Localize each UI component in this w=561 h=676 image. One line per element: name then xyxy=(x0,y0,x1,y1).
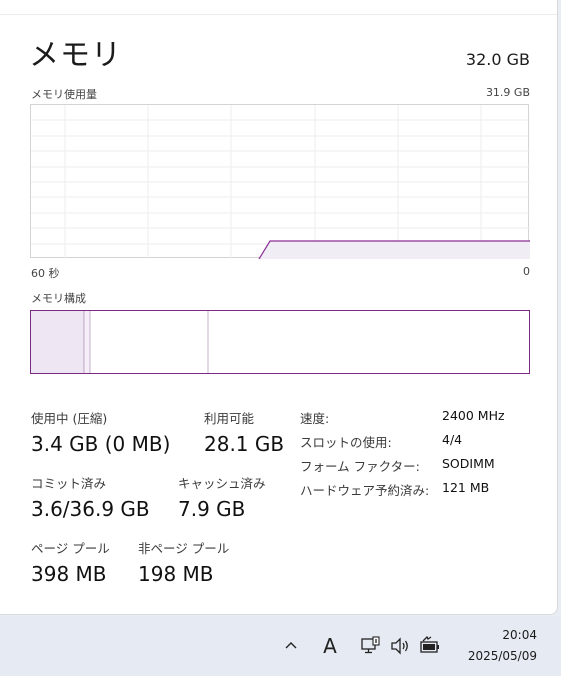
cached-label: キャッシュ済み xyxy=(178,476,266,491)
nonpaged-pool-label: 非ページ プール xyxy=(138,541,230,556)
speed-label: 速度: xyxy=(300,411,330,426)
taskbar: A 20:04 2025/05/09 xyxy=(0,616,561,676)
available-value: 28.1 GB xyxy=(204,432,285,456)
graph-time-right: 0 xyxy=(523,265,530,278)
cached-value: 7.9 GB xyxy=(178,497,246,521)
memory-composition-bar xyxy=(30,310,530,374)
chevron-up-icon[interactable] xyxy=(279,634,303,658)
available-label: 利用可能 xyxy=(204,411,255,426)
clock-time[interactable]: 20:04 xyxy=(502,628,537,642)
page-title: メモリ xyxy=(29,38,122,73)
in-use-segment xyxy=(31,311,84,373)
committed-label: コミット済み xyxy=(31,476,107,491)
form-factor-value: SODIMM xyxy=(442,456,495,471)
graph-time-left: 60 秒 xyxy=(31,267,60,280)
paged-pool-label: ページ プール xyxy=(31,541,110,556)
memory-usage-graph xyxy=(30,104,530,259)
top-divider xyxy=(0,14,557,15)
composition-label: メモリ構成 xyxy=(31,292,86,305)
usage-graph-svg xyxy=(31,105,530,259)
in-use-value: 3.4 GB (0 MB) xyxy=(31,432,171,456)
modified-segment xyxy=(85,311,90,373)
memory-panel: メモリ 32.0 GB メモリ使用量 31.9 GB 60 秒 0 メモリ構成 … xyxy=(0,0,558,615)
volume-icon[interactable] xyxy=(388,634,412,658)
in-use-label: 使用中 (圧縮) xyxy=(31,411,108,426)
composition-svg xyxy=(31,311,209,373)
hardware-reserved-value: 121 MB xyxy=(442,480,490,495)
form-factor-label: フォーム ファクター: xyxy=(300,459,420,474)
nonpaged-pool-value: 198 MB xyxy=(138,562,214,586)
battery-icon[interactable] xyxy=(418,634,442,658)
hardware-reserved-label: ハードウェア予約済み: xyxy=(300,483,430,498)
committed-value: 3.6/36.9 GB xyxy=(31,497,150,521)
usage-graph-max: 31.9 GB xyxy=(485,86,530,99)
speed-value: 2400 MHz xyxy=(442,408,505,423)
ime-icon[interactable]: A xyxy=(318,634,342,658)
slots-label: スロットの使用: xyxy=(300,435,392,450)
paged-pool-value: 398 MB xyxy=(31,562,107,586)
total-capacity: 32.0 GB xyxy=(465,50,530,69)
clock-date[interactable]: 2025/05/09 xyxy=(468,649,537,663)
usage-graph-label: メモリ使用量 xyxy=(31,88,97,101)
slots-value: 4/4 xyxy=(442,432,463,447)
network-icon[interactable] xyxy=(358,634,382,658)
